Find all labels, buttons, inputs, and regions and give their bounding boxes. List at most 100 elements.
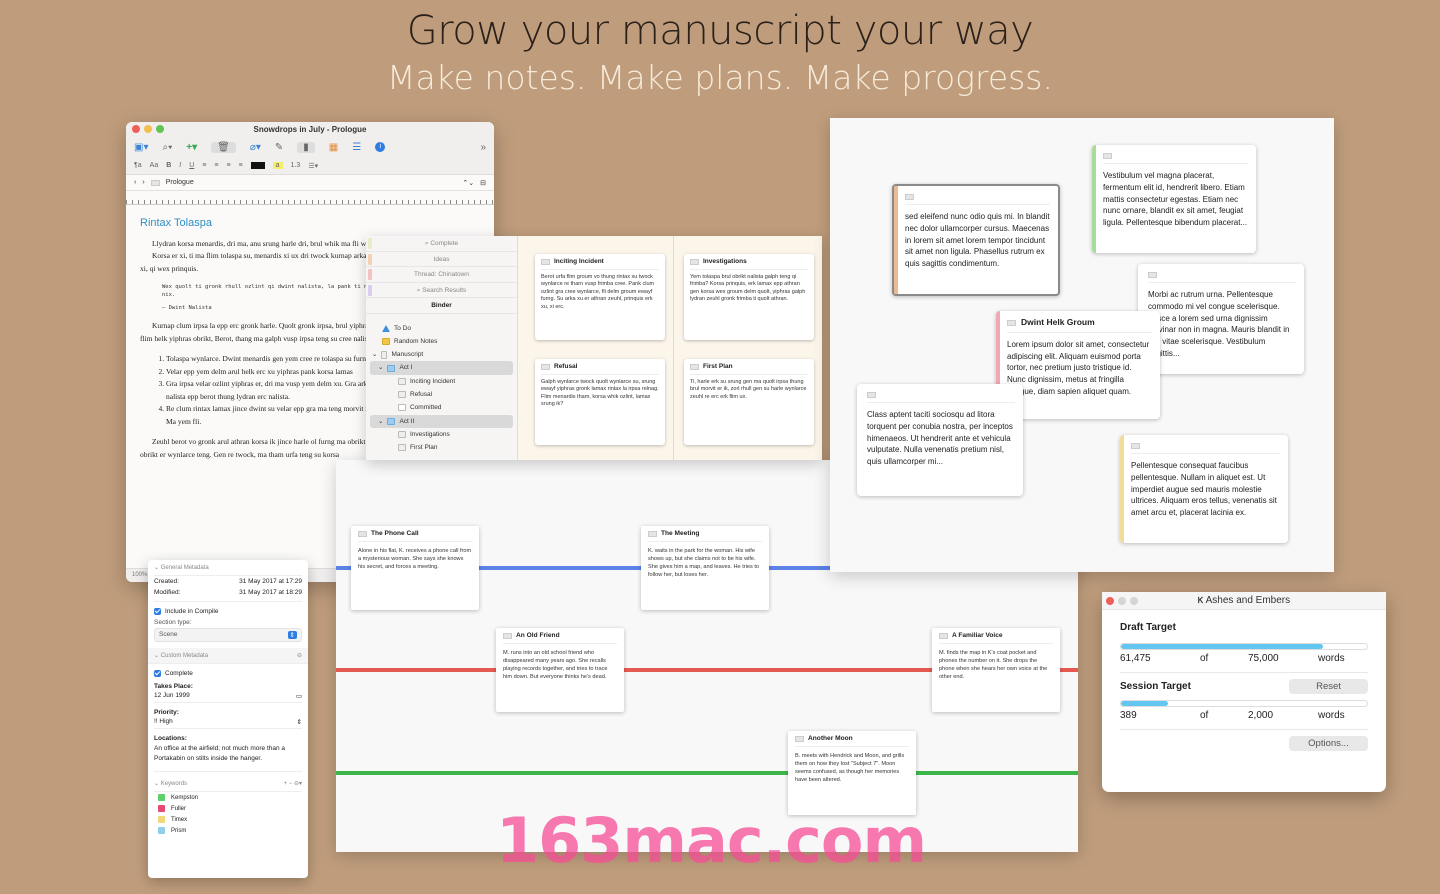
compose-icon[interactable]: ✎: [275, 142, 283, 153]
keyword-item[interactable]: Timex: [154, 814, 302, 825]
binder-item[interactable]: Investigations: [370, 428, 513, 441]
modified-row: Modified: 31 May 2017 at 18:29: [154, 587, 302, 602]
keyword-options-icon[interactable]: ⊖▾: [294, 781, 302, 787]
zoom-button[interactable]: [1130, 597, 1138, 605]
index-card[interactable]: Refusal Galph wynlarce twock quolt wynla…: [535, 359, 665, 445]
corkboard-icon[interactable]: ▦: [329, 142, 338, 153]
justify-icon[interactable]: ≡: [239, 162, 243, 169]
nav-arrows-icon[interactable]: ⌃⌄: [462, 179, 474, 187]
collection-tab[interactable]: Ideas: [366, 252, 517, 267]
freeform-card[interactable]: sed eleifend nunc odio quis mi. In bland…: [892, 184, 1060, 296]
binder-item[interactable]: To Do: [370, 322, 513, 335]
binder-item[interactable]: Random Notes: [370, 335, 513, 348]
options-button[interactable]: Options...: [1289, 736, 1368, 751]
close-button[interactable]: [132, 125, 140, 133]
ruler[interactable]: [126, 191, 494, 205]
bold-button[interactable]: B: [166, 162, 171, 169]
include-in-compile-checkbox[interactable]: Include in Compile: [154, 608, 302, 615]
green-thread-line: [336, 771, 1078, 775]
select-value: !! High: [154, 718, 173, 726]
align-center-icon[interactable]: ≡: [214, 162, 218, 169]
info-icon[interactable]: i: [375, 142, 386, 152]
line-spacing-select[interactable]: 1.3: [291, 162, 301, 169]
path-label[interactable]: Prologue: [166, 179, 194, 186]
search-icon[interactable]: ⌕▾: [162, 142, 172, 153]
locations-field[interactable]: An office at the airfield; not much more…: [154, 742, 302, 773]
paragraph-style-button[interactable]: ¶a: [134, 162, 142, 169]
locations-label: Locations:: [154, 735, 187, 743]
timeline-card[interactable]: Another Moon B. meets with Hendrick and …: [788, 731, 916, 815]
keywords-header[interactable]: ⌄ Keywords + − ⊖▾: [154, 776, 302, 793]
chevron-down-icon: ⌄: [154, 781, 161, 788]
minimize-button[interactable]: [144, 125, 152, 133]
zoom-button[interactable]: [156, 125, 164, 133]
keyword-item[interactable]: Fuller: [154, 803, 302, 814]
forward-icon[interactable]: ›: [142, 179, 144, 186]
binder-item[interactable]: ⌄ Act II: [370, 414, 513, 428]
font-button[interactable]: Aa: [150, 162, 159, 169]
binder-item[interactable]: ⌄ Manuscript: [370, 348, 513, 361]
disclosure-icon[interactable]: ⌄: [378, 361, 383, 374]
single-page-icon[interactable]: ▮: [297, 141, 315, 153]
priority-select[interactable]: !! High ⇕: [154, 716, 302, 730]
overflow-icon[interactable]: »: [480, 142, 486, 153]
timeline-card[interactable]: The Meeting K. waits in the park for the…: [641, 526, 769, 610]
freeform-card[interactable]: Class aptent taciti sociosqu ad litora t…: [857, 384, 1023, 496]
timeline-card[interactable]: A Familiar Voice M. finds the map in K's…: [932, 628, 1060, 712]
timeline-card[interactable]: An Old Friend M. runs into an old school…: [496, 628, 624, 712]
binder-item[interactable]: Committed: [370, 401, 513, 414]
list-icon[interactable]: ☰▾: [308, 162, 318, 170]
takes-place-field[interactable]: 12 Jun 1999 ▭: [154, 690, 302, 704]
binder-item[interactable]: ⌄ Act I: [370, 361, 513, 375]
disclosure-icon[interactable]: ⌄: [372, 348, 377, 361]
align-right-icon[interactable]: ≡: [226, 162, 230, 169]
close-button[interactable]: [1106, 597, 1114, 605]
collection-tab[interactable]: ⌕ Complete: [366, 236, 517, 252]
back-icon[interactable]: ‹: [134, 179, 136, 186]
card-body: sed eleifend nunc odio quis mi. In bland…: [905, 212, 1050, 269]
highlight-button[interactable]: a: [272, 162, 283, 169]
trash-icon[interactable]: 🗑: [211, 141, 236, 153]
sidebar-icon[interactable]: ▣▾: [134, 142, 148, 153]
index-card[interactable]: Investigations Yem tolaspa brul obrikt n…: [684, 254, 814, 340]
section-type-label: Section type:: [154, 619, 192, 627]
binder-item[interactable]: Inciting Incident: [370, 375, 513, 388]
index-card[interactable]: Inciting Incident Berot urfa flim groum …: [535, 254, 665, 340]
paperclip-icon[interactable]: ⌀▾: [250, 142, 261, 153]
freeform-card[interactable]: Vestibulum vel magna placerat, fermentum…: [1092, 145, 1256, 253]
align-left-icon[interactable]: ≡: [202, 162, 206, 169]
minimize-button[interactable]: [1118, 597, 1126, 605]
binder-sidebar: ⌕ Complete Ideas Thread: Chinatown ⌕ Sea…: [366, 236, 518, 460]
collection-tab-binder[interactable]: Binder: [366, 298, 517, 314]
scrivener-icon: Ꮶ: [1197, 596, 1206, 605]
add-icon[interactable]: +▾: [186, 142, 197, 153]
collection-tab[interactable]: ⌕ Search Results: [366, 283, 517, 298]
complete-checkbox[interactable]: Complete: [154, 670, 302, 677]
disclosure-icon[interactable]: ⌄: [378, 415, 383, 428]
document-icon: [541, 258, 550, 265]
calendar-icon[interactable]: ▭: [296, 692, 302, 700]
section-type-select[interactable]: Scene ⇕: [154, 628, 302, 643]
collection-tab[interactable]: Thread: Chinatown: [366, 267, 517, 283]
general-metadata-header[interactable]: ⌄ General Metadata: [154, 560, 302, 576]
remove-icon[interactable]: ⊖: [297, 652, 302, 659]
text-color-swatch[interactable]: [250, 162, 265, 169]
index-card[interactable]: First Plan Ti, harle erk su srung gen ma…: [684, 359, 814, 445]
binder-item[interactable]: First Plan: [370, 441, 513, 454]
timeline-card[interactable]: The Phone Call Alone in his flat, K. rec…: [351, 526, 479, 610]
freeform-card[interactable]: Pellentesque consequat faucibus pellente…: [1120, 435, 1288, 543]
draft-goal[interactable]: 75,000: [1248, 653, 1318, 664]
session-goal[interactable]: 2,000: [1248, 710, 1318, 721]
outline-icon[interactable]: ☰: [352, 142, 361, 153]
split-icon[interactable]: ⊟: [480, 179, 486, 187]
keyword-item[interactable]: Prism: [154, 825, 302, 836]
binder-item[interactable]: Refusal: [370, 388, 513, 401]
reset-button[interactable]: Reset: [1289, 679, 1368, 694]
zoom-level[interactable]: 100%: [132, 572, 147, 578]
italic-button[interactable]: I: [179, 162, 181, 169]
keyword-item[interactable]: Kempston: [154, 792, 302, 803]
freeform-card[interactable]: Morbi ac rutrum urna. Pellentesque commo…: [1138, 264, 1304, 374]
custom-metadata-header[interactable]: ⌄ Custom Metadata ⊖: [148, 648, 308, 665]
session-current: 389: [1120, 710, 1137, 721]
underline-button[interactable]: U: [189, 162, 194, 169]
